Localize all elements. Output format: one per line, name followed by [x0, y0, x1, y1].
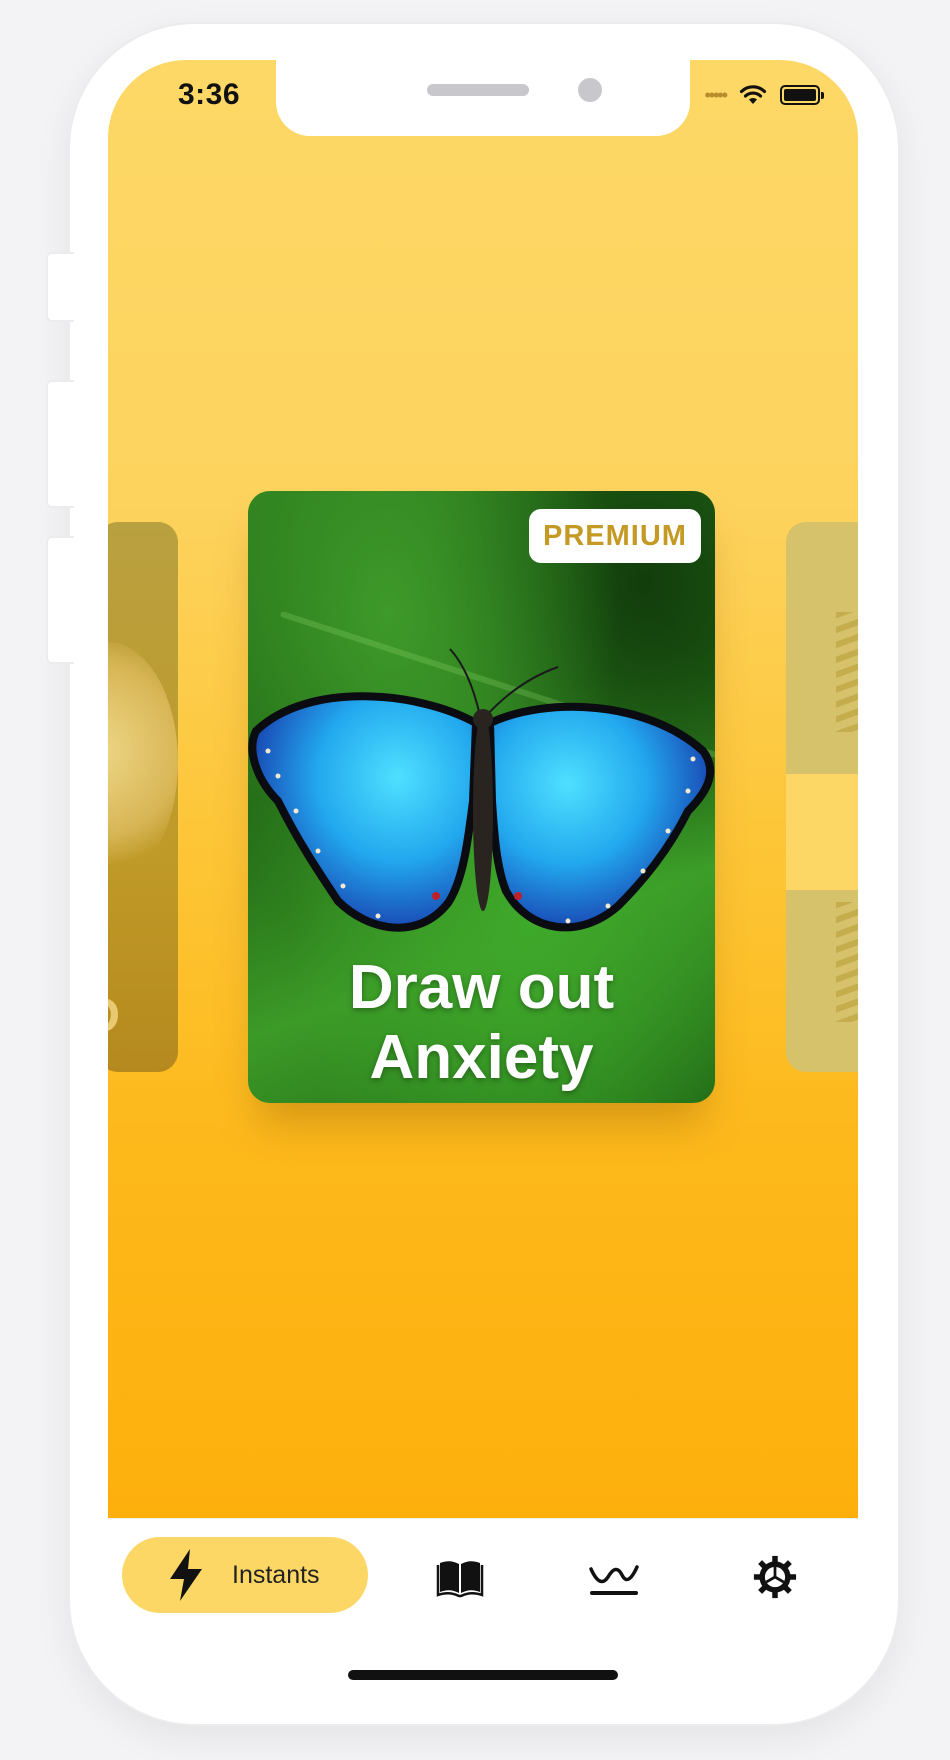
- lightning-icon: [170, 1549, 202, 1601]
- camera: [578, 78, 602, 102]
- plant-image: [836, 612, 858, 732]
- speaker: [427, 84, 529, 96]
- battery-icon: [780, 85, 824, 105]
- volume-up-button: [46, 380, 74, 508]
- screen: 3:36 ••••• D PREMIUM: [108, 60, 858, 1684]
- volume-down-button: [46, 536, 74, 664]
- previous-card-title: D: [108, 986, 120, 1044]
- featured-card[interactable]: PREMIUM Draw out Anxiety: [248, 491, 715, 1103]
- tab-instants-label: Instants: [232, 1560, 320, 1589]
- next-card-band: [786, 774, 858, 890]
- wifi-icon: [739, 85, 767, 104]
- card-title-line1: Draw out: [348, 953, 615, 1022]
- notch: [276, 60, 690, 136]
- previous-card[interactable]: D: [108, 522, 178, 1072]
- tab-bar: Instants: [108, 1518, 858, 1684]
- rose-image: [108, 642, 178, 882]
- silent-switch: [46, 252, 74, 322]
- home-indicator[interactable]: [348, 1670, 618, 1680]
- status-icons: •••••: [704, 84, 824, 106]
- gear-icon[interactable]: [751, 1555, 799, 1599]
- wave-icon[interactable]: [588, 1555, 640, 1599]
- card-title-line2: Anxiety: [369, 1023, 594, 1092]
- butterfly-image: [248, 648, 715, 932]
- cellular-signal-icon: •••••: [704, 84, 727, 105]
- status-time: 3:36: [178, 78, 241, 111]
- plant-image-lower: [836, 902, 858, 1022]
- card-title: Draw out Anxiety: [248, 953, 715, 1093]
- book-icon[interactable]: [436, 1555, 484, 1599]
- tab-instants[interactable]: Instants: [122, 1537, 368, 1613]
- premium-badge: PREMIUM: [529, 509, 701, 563]
- next-card[interactable]: [786, 522, 858, 1072]
